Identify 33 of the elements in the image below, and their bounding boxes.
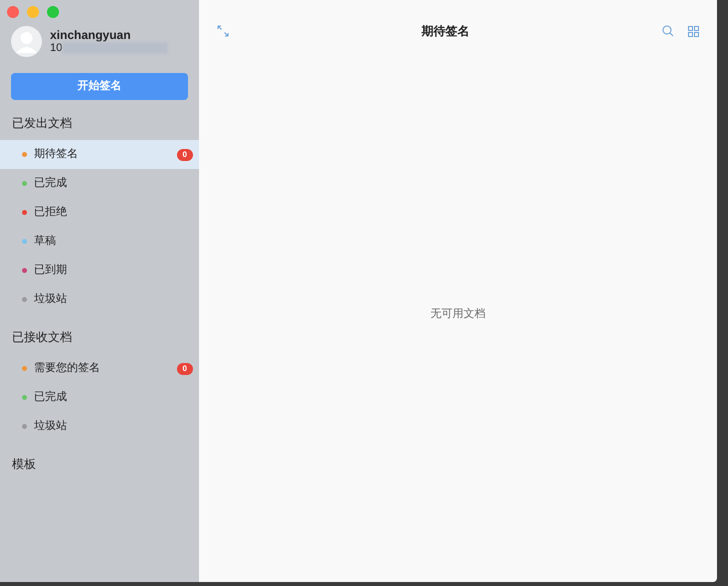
empty-message: 无可用文档 xyxy=(430,306,486,322)
item-label: 垃圾站 xyxy=(34,292,68,308)
item-label: 已完成 xyxy=(34,390,68,406)
zoom-icon[interactable] xyxy=(47,6,59,18)
item-label: 期待签名 xyxy=(34,147,79,162)
section-heading: 已发出文档 xyxy=(11,115,73,132)
sidebar-item[interactable]: 草稿 xyxy=(0,227,199,256)
sidebar-item[interactable]: 已完成 xyxy=(0,383,199,412)
item-label: 已完成 xyxy=(34,176,68,192)
close-icon[interactable] xyxy=(7,6,19,18)
item-label: 需要您的签名 xyxy=(34,361,101,376)
sidebar-item[interactable]: 垃圾站 xyxy=(0,412,199,441)
sidebar-item[interactable]: 已完成 xyxy=(0,169,199,198)
search-icon[interactable] xyxy=(662,25,674,37)
expand-icon[interactable] xyxy=(217,25,229,37)
user-name: xinchangyuan xyxy=(50,28,132,42)
item-label: 已拒绝 xyxy=(34,205,68,220)
grid-view-icon[interactable] xyxy=(688,26,699,36)
item-label: 草稿 xyxy=(34,234,57,250)
sidebar-item[interactable]: 需要您的签名 0 xyxy=(0,354,199,383)
sidebar-item[interactable]: 期待签名 0 xyxy=(0,140,199,169)
sidebar-item[interactable]: 垃圾站 xyxy=(0,285,199,314)
page-title: 期待签名 xyxy=(420,23,470,40)
avatar-icon xyxy=(11,26,42,57)
count-badge: 0 xyxy=(176,362,193,374)
sidebar-item[interactable]: 已拒绝 xyxy=(0,198,199,227)
section-heading: 模板 xyxy=(11,456,37,473)
user-id: 10 xyxy=(50,42,62,54)
section-heading: 已接收文档 xyxy=(11,329,73,346)
item-label: 已到期 xyxy=(34,263,68,278)
sidebar-item[interactable]: 已到期 xyxy=(0,256,199,285)
item-label: 垃圾站 xyxy=(34,419,68,434)
count-badge: 0 xyxy=(176,148,193,160)
